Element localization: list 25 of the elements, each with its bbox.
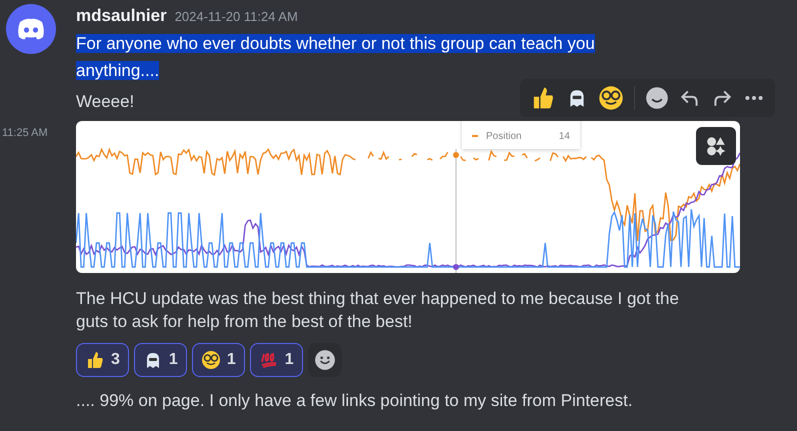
apps-button[interactable]: [696, 127, 736, 165]
nerd-face-icon[interactable]: [598, 85, 624, 111]
message-timestamp: 2024-11-20 11:24 AM: [174, 9, 298, 24]
chart-screenshot[interactable]: Position 14: [76, 121, 740, 273]
add-reaction-icon[interactable]: [645, 86, 669, 110]
message-text: .... 99% on page. I only have a few links pointing to my site from Pinterest.: [76, 390, 634, 412]
hundred-points-icon: [258, 350, 279, 370]
message-text: Weeee!: [76, 92, 134, 111]
add-reaction-button[interactable]: [308, 343, 342, 377]
shapes-icon: [705, 135, 727, 157]
reaction-button[interactable]: 3: [76, 343, 129, 377]
reaction-button[interactable]: 1: [134, 343, 187, 377]
message-timestamp: 11:25 AM: [1, 126, 49, 141]
reaction-button[interactable]: 1: [192, 343, 245, 377]
author-name[interactable]: mdsaulnier: [76, 6, 167, 26]
message-text: The HCU update was the best thing that ever happened to me because I got the guts to ask for help from the best of the best!: [76, 288, 680, 333]
legend-value: 14: [558, 130, 570, 142]
hover-point: [453, 264, 459, 270]
hover-point: [453, 152, 459, 158]
thumbs-up-icon: [85, 350, 105, 370]
smiley-icon: [314, 349, 336, 371]
legend-label: Position: [486, 130, 522, 142]
reaction-button[interactable]: 1: [250, 343, 303, 377]
nerd-face-icon: [200, 350, 221, 370]
avatar-icon[interactable]: [6, 4, 56, 54]
